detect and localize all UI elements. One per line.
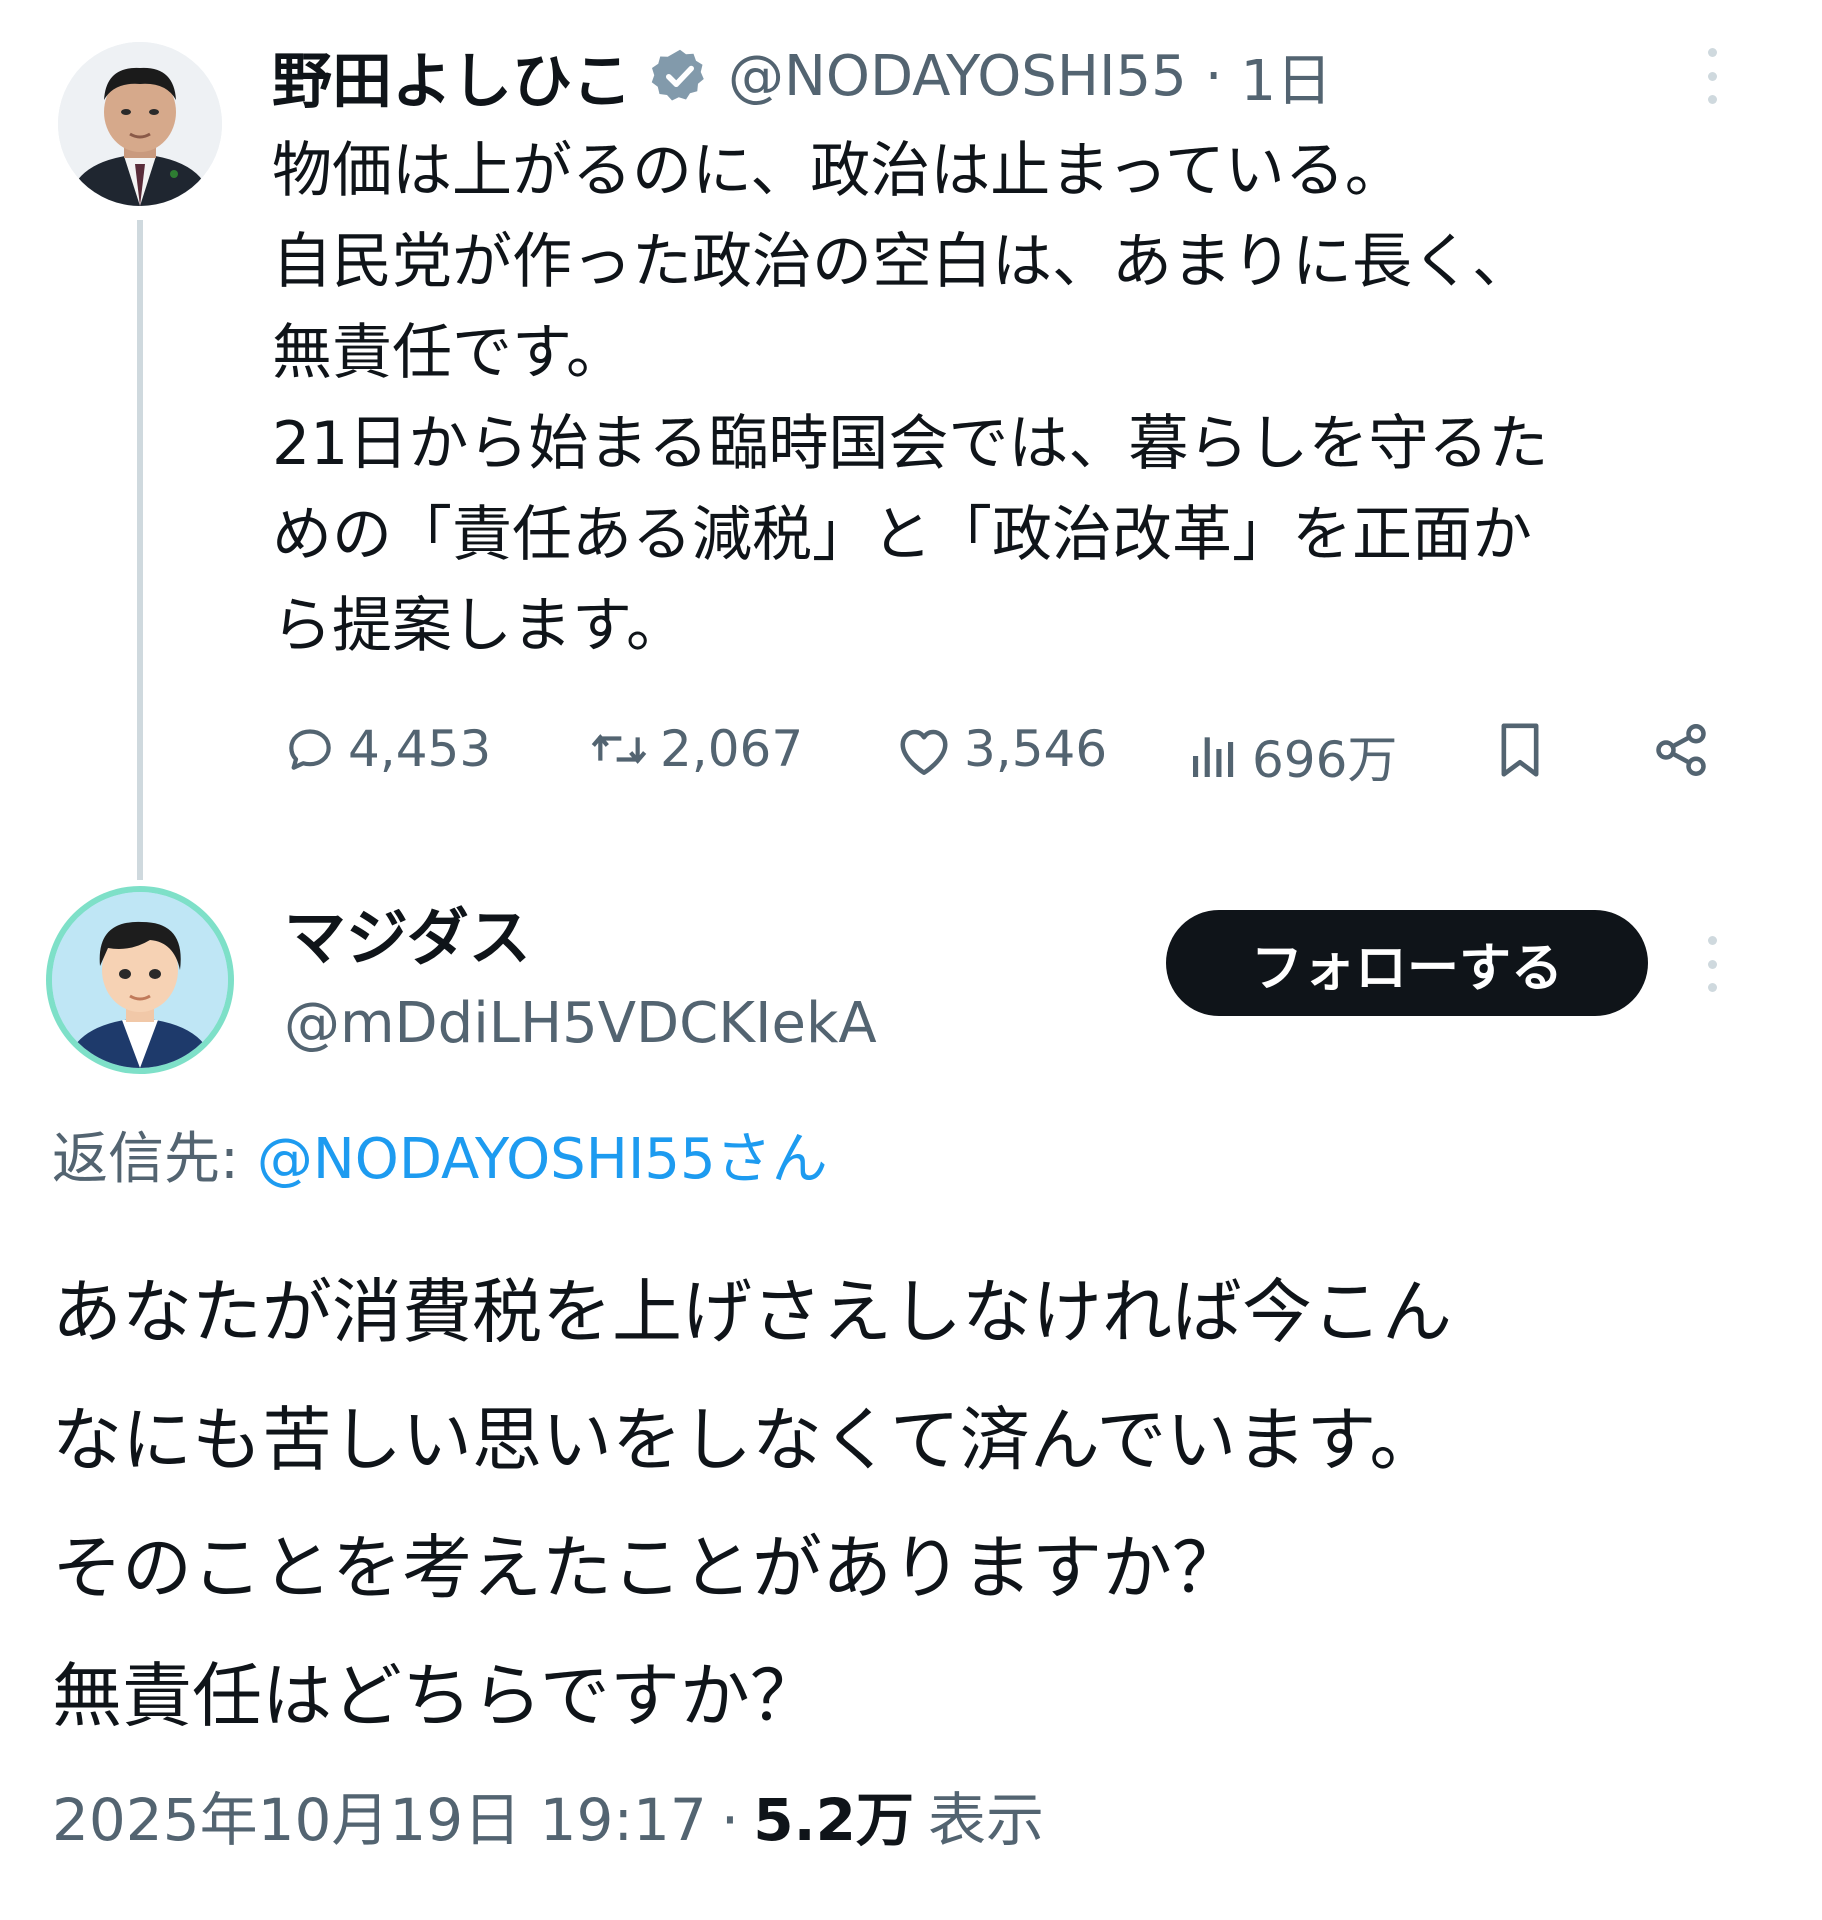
reply-text-line: なにも苦しい思いをしなくて済んでいます。: [52, 1399, 1440, 1481]
reply-more-icon[interactable]: [1702, 936, 1722, 992]
reply-author-handle[interactable]: @mDdiLH5VDCKIekA: [284, 984, 877, 1064]
reply-timestamp[interactable]: 2025年10月19日 19:17: [52, 1778, 707, 1862]
like-count: 3,546: [964, 720, 1108, 778]
tweet-text-line: ら提案します。: [272, 591, 686, 661]
meta-separator: ·: [720, 1786, 740, 1854]
tweet-text-line: 無責任です。: [272, 318, 626, 388]
original-author-avatar[interactable]: [58, 42, 222, 206]
tweet-text-line: 自民党が作った政治の空白は、あまりに長く、: [272, 227, 1532, 297]
reply-meta-line: 2025年10月19日 19:17 · 5.2万 表示: [52, 1778, 1044, 1862]
reply-text-line: あなたが消費税を上げさえしなければ今こん: [52, 1271, 1452, 1353]
share-icon[interactable]: [1650, 720, 1712, 784]
follow-button[interactable]: フォローする: [1166, 910, 1648, 1016]
original-tweet-header: 野田よしひこ @NODAYOSHI55 · 1日: [272, 36, 1333, 117]
reply-to-label: 返信先:: [52, 1127, 239, 1192]
original-author-name[interactable]: 野田よしひこ: [272, 33, 632, 120]
reply-count: 4,453: [348, 720, 492, 778]
heart-icon: [900, 729, 948, 775]
views-action[interactable]: 696万: [1186, 720, 1397, 792]
header-separator: ·: [1204, 43, 1223, 109]
original-author-handle[interactable]: @NODAYOSHI55: [728, 44, 1187, 109]
reply-author-name[interactable]: マジダス: [284, 896, 531, 980]
repost-count: 2,067: [660, 720, 804, 778]
repost-action[interactable]: 2,067: [588, 720, 803, 778]
analytics-icon: [1193, 737, 1234, 777]
thread-connector-line: [137, 220, 143, 880]
repost-icon: [591, 734, 647, 764]
reply-action[interactable]: 4,453: [282, 720, 491, 778]
view-count: 696万: [1252, 731, 1398, 789]
reply-text-line: 無責任はどちらですか？: [52, 1655, 820, 1737]
reply-views-label: 表示: [927, 1786, 1044, 1854]
reply-text-line: そのことを考えたことがありますか？: [52, 1527, 1242, 1609]
reply-tweet-text: あなたが消費税を上げさえしなければ今こん なにも苦しい思いをしなくて済んでいます…: [52, 1248, 1452, 1760]
verified-badge-icon: [650, 46, 710, 106]
original-tweet-text: 物価は上がるのに、政治は止まっている。 自民党が作った政治の空白は、あまりに長く…: [272, 126, 1548, 672]
tweet-text-line: 物価は上がるのに、政治は止まっている。: [272, 136, 1405, 206]
tweet-text-line: めの「責任ある減税」と「政治改革」を正面か: [272, 500, 1532, 570]
original-tweet-more-icon[interactable]: [1702, 48, 1722, 104]
reply-bubble-icon: [289, 729, 331, 770]
reply-to-handle-link[interactable]: @NODAYOSHI55さん: [257, 1120, 828, 1200]
bookmark-icon[interactable]: [1492, 720, 1548, 784]
tweet-text-line: 21日から始まる臨時国会では、暮らしを守るた: [272, 409, 1549, 479]
like-action[interactable]: 3,546: [894, 720, 1107, 778]
reply-to-line: 返信先: @NODAYOSHI55さん: [52, 1120, 828, 1200]
reply-views-count: 5.2万: [753, 1786, 914, 1854]
original-tweet-time[interactable]: 1日: [1241, 36, 1333, 117]
reply-author-avatar[interactable]: [52, 892, 228, 1068]
